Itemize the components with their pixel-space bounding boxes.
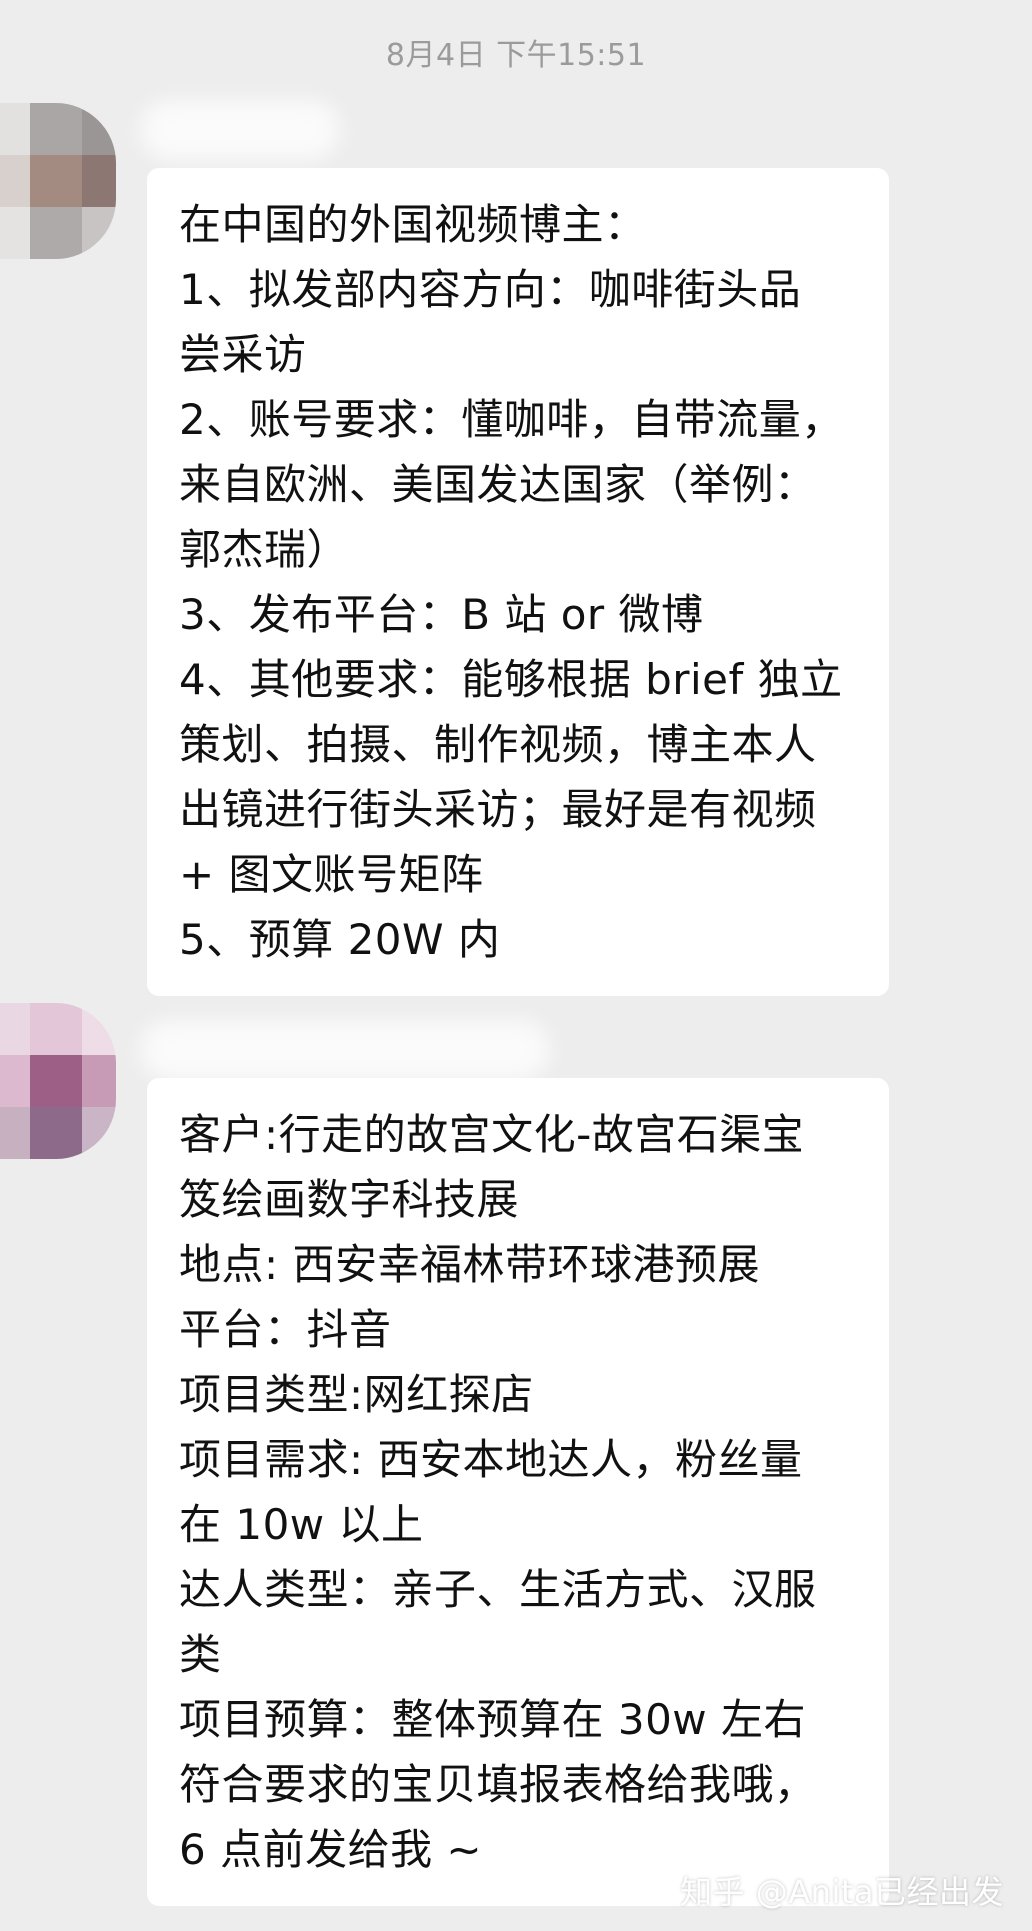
- message-line: 5、预算 20W 内: [179, 915, 501, 964]
- sender-name-blurred: [140, 100, 340, 160]
- watermark: 知乎 @Anita已经出发: [680, 1873, 1004, 1911]
- sender-avatar[interactable]: [0, 103, 116, 259]
- message-line: 达人类型：亲子、生活方式、汉服: [179, 1565, 817, 1614]
- message-line: 尝采访: [179, 330, 307, 379]
- message-line: 客户:行走的故宫文化-故宫石渠宝: [179, 1110, 805, 1159]
- message-line: 类: [179, 1630, 222, 1679]
- message-line: 策划、拍摄、制作视频，博主本人: [179, 720, 817, 769]
- message-line: 符合要求的宝贝填报表格给我哦，: [179, 1760, 817, 1809]
- message-line: 笈绘画数字科技展: [179, 1175, 520, 1224]
- message-line: 平台：抖音: [179, 1305, 392, 1354]
- message-line: 郭杰瑞）: [179, 525, 350, 574]
- chat-timestamp: 8月4日 下午15:51: [385, 38, 647, 73]
- message-line: + 图文账号矩阵: [179, 850, 484, 899]
- message-bubble[interactable]: 在中国的外国视频博主： 1、拟发部内容方向：咖啡街头品 尝采访 2、账号要求：懂…: [147, 168, 889, 996]
- message-line: 3、发布平台：B 站 or 微博: [179, 590, 704, 639]
- message-line: 1、拟发部内容方向：咖啡街头品: [179, 265, 802, 314]
- message-line: 在 10w 以上: [179, 1500, 424, 1549]
- sender-avatar[interactable]: [0, 1003, 116, 1159]
- message-line: 在中国的外国视频博主：: [179, 200, 647, 249]
- message-line: 4、其他要求：能够根据 brief 独立: [179, 655, 843, 704]
- message-line: 出镜进行街头采访；最好是有视频: [179, 785, 817, 834]
- message-bubble[interactable]: 客户:行走的故宫文化-故宫石渠宝 笈绘画数字科技展 地点: 西安幸福林带环球港预…: [147, 1078, 889, 1906]
- sender-name-blurred: [140, 1020, 550, 1080]
- message-line: 来自欧洲、美国发达国家（举例：: [179, 460, 817, 509]
- message-line: 项目需求: 西安本地达人，粉丝量: [179, 1435, 803, 1484]
- message-line: 项目预算：整体预算在 30w 左右: [179, 1695, 806, 1744]
- message-line: 项目类型:网红探店: [179, 1370, 534, 1419]
- message-line: 2、账号要求：懂咖啡，自带流量，: [179, 395, 844, 444]
- message-line: 地点: 西安幸福林带环球港预展: [179, 1240, 761, 1289]
